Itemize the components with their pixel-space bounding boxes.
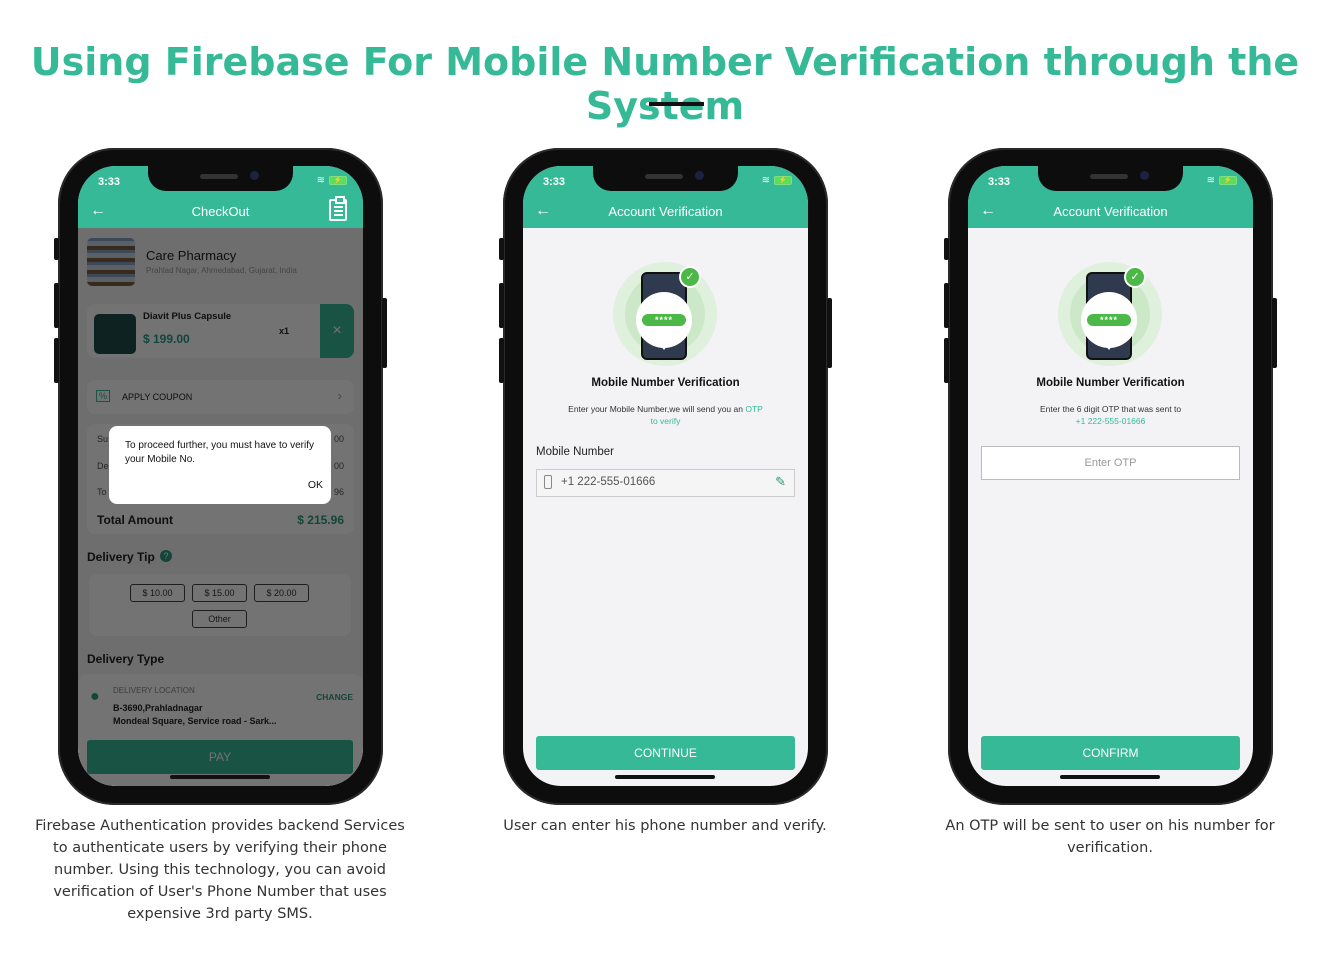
otp-pill: ****	[1087, 314, 1131, 326]
status-icons: ≋ ⚡	[317, 175, 347, 186]
mobile-entry-screen: 3:33 ≋ ⚡ ← Account Verification **** ✓ Mo…	[523, 166, 808, 786]
modal-backdrop	[78, 228, 363, 786]
wifi-icon: ≋	[316, 175, 325, 186]
verification-illustration: **** ✓	[613, 262, 717, 366]
battery-icon: ⚡	[1219, 176, 1237, 185]
chat-bubble-icon: ****	[1081, 292, 1137, 350]
battery-icon: ⚡	[329, 176, 347, 185]
clipboard-icon[interactable]	[329, 196, 347, 221]
verify-dialog: To proceed further, you must have to ver…	[109, 426, 331, 504]
mobile-phone-icon	[544, 475, 552, 489]
status-icons: ≋ ⚡	[1207, 175, 1237, 186]
mobile-number-input[interactable]: +1 222-555-01666 ✎	[536, 469, 795, 497]
verification-illustration: **** ✓	[1058, 262, 1162, 366]
page-title: Using Firebase For Mobile Number Verific…	[30, 40, 1300, 128]
instruction-text: Enter the 6 digit OTP that was sent to	[1039, 404, 1182, 414]
title-divider	[649, 102, 704, 106]
dialog-message: To proceed further, you must have to ver…	[125, 440, 314, 465]
phone-mobile-entry: 3:33 ≋ ⚡ ← Account Verification **** ✓ Mo…	[499, 148, 832, 805]
home-indicator	[1060, 775, 1160, 779]
mobile-number-value: +1 222-555-01666	[561, 476, 656, 488]
status-time: 3:33	[98, 176, 121, 188]
confirm-button[interactable]: CONFIRM	[981, 736, 1240, 770]
check-icon: ✓	[679, 266, 701, 288]
sent-to-number: +1 222-555-01666	[1075, 416, 1146, 426]
home-indicator	[170, 775, 270, 779]
wifi-icon: ≋	[1206, 175, 1215, 186]
instruction-main: Enter your Mobile Number,we will send yo…	[568, 404, 743, 414]
continue-button[interactable]: CONTINUE	[536, 736, 795, 770]
wifi-icon: ≋	[761, 175, 770, 186]
otp-pill: ****	[642, 314, 686, 326]
dialog-ok-button[interactable]: OK	[308, 479, 323, 491]
status-icons: ≋ ⚡	[762, 175, 792, 186]
home-indicator	[615, 775, 715, 779]
instruction-highlight: to verify	[650, 416, 681, 426]
edit-pencil-icon[interactable]: ✎	[775, 474, 786, 490]
battery-icon: ⚡	[774, 176, 792, 185]
verification-heading: Mobile Number Verification	[591, 377, 740, 389]
appbar-title: Account Verification	[1053, 204, 1168, 219]
status-time: 3:33	[988, 176, 1011, 188]
status-time: 3:33	[543, 176, 566, 188]
caption-mobile-entry: User can enter his phone number and veri…	[503, 818, 827, 834]
instruction-otp: OTP	[745, 404, 763, 414]
verification-heading: Mobile Number Verification	[1036, 377, 1185, 389]
checkout-screen: 3:33 ≋⚡ ← CheckOut Care Pharmacy Prahlad…	[78, 166, 363, 786]
instruction-text: Enter your Mobile Number,we will send yo…	[523, 404, 808, 414]
otp-entry-screen: 3:33 ≋ ⚡ ← Account Verification **** ✓ Mo…	[968, 166, 1253, 786]
otp-input[interactable]: Enter OTP	[981, 446, 1240, 480]
caption-otp-entry: An OTP will be sent to user on his numbe…	[945, 818, 1275, 856]
appbar-title: Account Verification	[608, 204, 723, 219]
phone-otp-entry: 3:33 ≋ ⚡ ← Account Verification **** ✓ Mo…	[944, 148, 1277, 805]
phone-checkout: 3:33 ≋⚡ ← CheckOut Care Pharmacy Prahlad…	[54, 148, 387, 805]
chat-bubble-icon: ****	[636, 292, 692, 350]
appbar-title: CheckOut	[191, 204, 250, 219]
caption-checkout: Firebase Authentication provides backend…	[35, 818, 405, 922]
mobile-number-label: Mobile Number	[536, 446, 614, 458]
check-icon: ✓	[1124, 266, 1146, 288]
